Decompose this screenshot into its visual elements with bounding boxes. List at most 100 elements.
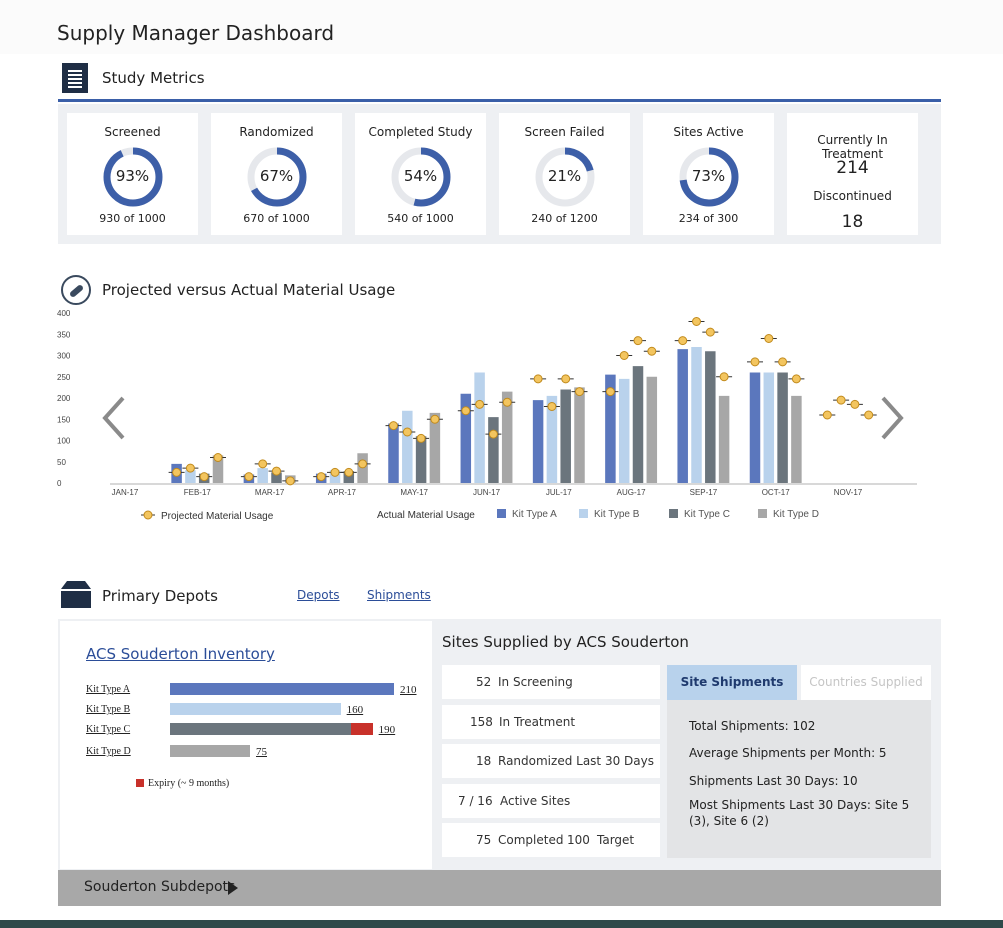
projected-point (561, 374, 571, 384)
kit-quantity-link[interactable]: 160 (347, 704, 364, 716)
projected-point (778, 357, 788, 367)
site-stat-box: 75 Completed 100 Target (442, 823, 660, 857)
metric-label: Screen Failed (524, 125, 605, 139)
kit-inventory-row: Kit Type A 210 (86, 683, 426, 697)
site-stat-box: 7 / 16 Active Sites (442, 784, 660, 818)
bar-kit-type-c (705, 351, 716, 483)
projected-point (172, 467, 182, 477)
chevron-left-icon[interactable] (101, 395, 127, 441)
y-tick-label: 400 (57, 309, 71, 318)
bar-kit-type-c (415, 436, 427, 483)
kit-inventory-row: Kit Type D 75 (86, 745, 426, 759)
legend-swatch (669, 509, 678, 518)
projected-point (416, 433, 426, 443)
metric-count: 240 of 1200 (531, 212, 598, 225)
legend-projected-marker (143, 510, 153, 520)
bar-kit-type-a (388, 423, 399, 483)
projected-point (533, 374, 543, 384)
bar-kit-type-a (532, 400, 544, 483)
subdepots-bar[interactable]: Souderton Subdepots (58, 870, 941, 906)
projected-point (850, 399, 860, 409)
metric-percent: 93% (115, 167, 150, 185)
y-tick-label: 100 (57, 437, 71, 446)
metric-percent: 54% (403, 167, 438, 185)
kit-inventory-row: Kit Type C 190 (86, 723, 426, 737)
projected-point (185, 463, 195, 473)
y-tick-label: 350 (57, 330, 71, 339)
x-tick-label: SEP-17 (690, 488, 718, 497)
projected-point (244, 472, 254, 482)
legend-swatch (758, 509, 767, 518)
bar-kit-type-b (691, 347, 702, 483)
x-tick-label: JAN-17 (112, 488, 139, 497)
most-shipments: Most Shipments Last 30 Days: Site 5 (3),… (689, 798, 910, 828)
bar-kit-type-a (749, 372, 761, 483)
treatment-label: Currently In Treatment (817, 133, 888, 161)
kit-inventory-bar (170, 703, 341, 715)
bar-kit-type-d (574, 387, 585, 483)
depot-panel: ACS Souderton Inventory Kit Type A 210 Kit… (58, 619, 941, 871)
usage-chart: 0 50 100 150 200 250 300 350 400 JAN-17 FEB-17 MAR-… (57, 309, 917, 522)
metric-count: 930 of 1000 (99, 212, 166, 225)
treatment-value: 214 (836, 158, 869, 178)
stat-label: In Treatment (499, 715, 576, 729)
discontinued-label: Discontinued (813, 189, 892, 203)
legend-actual-label: Actual Material Usage (377, 510, 475, 521)
projected-point (619, 351, 629, 360)
bar-kit-type-d (718, 395, 730, 483)
projected-point (272, 466, 281, 476)
projected-point (402, 427, 412, 437)
kit-inventory-bar (170, 723, 352, 735)
metric-label: Randomized (239, 125, 314, 139)
y-tick-label: 300 (57, 352, 71, 361)
y-tick-label: 50 (57, 458, 66, 467)
tab-countries-supplied[interactable]: Countries Supplied (801, 665, 931, 700)
primary-depots-title: Primary Depots (102, 587, 218, 605)
metric-label: Screened (104, 125, 161, 139)
subdepots-label: Souderton Subdepots (84, 879, 236, 895)
study-metrics-panel: Screened 93% 930 of 1000 Randomized 67% 670 o… (58, 104, 941, 244)
expiry-swatch (136, 779, 144, 787)
inventory-panel: ACS Souderton Inventory Kit Type A 210 Kit… (60, 621, 432, 869)
bar-kit-type-c (488, 417, 499, 483)
stat-label: Randomized Last 30 Days (498, 754, 654, 768)
kit-quantity-link[interactable]: 75 (256, 746, 267, 758)
metric-percent: 67% (259, 167, 294, 185)
metric-label: Sites Active (673, 125, 744, 139)
inventory-title-link[interactable]: ACS Souderton Inventory (86, 645, 275, 663)
kit-quantity-link[interactable]: 190 (379, 724, 396, 736)
tab-site-shipments[interactable]: Site Shipments (667, 665, 797, 700)
legend-swatch (579, 509, 588, 518)
bar-kit-type-b (402, 410, 413, 483)
kit-label-link[interactable]: Kit Type A (86, 684, 130, 695)
bar-kit-type-c (777, 372, 788, 483)
legend-series-label: Kit Type A (512, 509, 557, 520)
page-title: Supply Manager Dashboard (57, 21, 335, 45)
kit-expiry-bar (351, 723, 373, 735)
site-stat-box: 158 In Treatment (442, 705, 660, 739)
chevron-right-icon[interactable] (879, 395, 905, 441)
site-stat-box: 18 Randomized Last 30 Days (442, 744, 660, 778)
stat-number: 52 (476, 675, 492, 689)
projected-point (285, 476, 295, 486)
stat-number: 75 (476, 833, 492, 847)
stat-number: 7 / 16 (458, 794, 493, 808)
shipments-link[interactable]: Shipments (367, 588, 431, 602)
metric-card: Screened 93% 930 of 1000 (67, 113, 198, 235)
bar-kit-type-a (677, 349, 688, 483)
depots-link[interactable]: Depots (297, 588, 340, 602)
avg-shipments: Average Shipments per Month: 5 (689, 746, 887, 760)
kit-label-link[interactable]: Kit Type D (86, 746, 131, 757)
projected-point (488, 429, 498, 439)
projected-point (547, 402, 557, 411)
study-metrics-title: Study Metrics (102, 69, 205, 87)
expand-arrow-icon (228, 881, 238, 895)
kit-label-link[interactable]: Kit Type C (86, 724, 130, 735)
projected-point (605, 387, 615, 397)
legend-projected-label: Projected Material Usage (161, 511, 274, 522)
x-tick-label: JUL-17 (546, 488, 572, 497)
kit-label-link[interactable]: Kit Type B (86, 704, 130, 715)
legend-swatch (497, 509, 506, 518)
kit-quantity-link[interactable]: 210 (400, 684, 417, 696)
projected-point (575, 387, 584, 397)
